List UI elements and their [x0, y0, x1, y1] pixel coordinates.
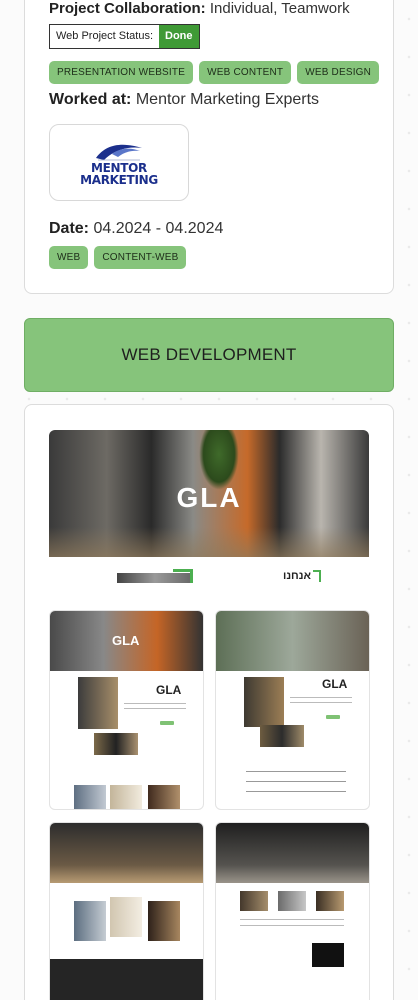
- worked-label: Worked at:: [49, 91, 132, 108]
- thumb-photo: [74, 785, 106, 809]
- hero-logo: GLA: [176, 482, 242, 513]
- date-label: Date:: [49, 220, 90, 237]
- collab-label: Project Collaboration:: [49, 0, 206, 17]
- thumb-photo: [94, 733, 138, 755]
- section-header-web-development[interactable]: WEB DEVELOPMENT: [24, 318, 394, 392]
- thumb-photo: [78, 677, 118, 729]
- gallery-thumb-4[interactable]: [215, 822, 370, 1000]
- logo-row: [246, 771, 346, 772]
- thumb-photo: [148, 901, 180, 941]
- thumb-photo: [148, 785, 180, 809]
- thumb-photo: [110, 897, 142, 937]
- text-line: [290, 702, 352, 703]
- tag-content-web[interactable]: CONTENT-WEB: [94, 246, 187, 269]
- gallery-thumb-1[interactable]: GLA GLA: [49, 610, 204, 810]
- logo-row: [246, 781, 346, 782]
- text-line: [240, 919, 344, 920]
- text-line: [290, 697, 352, 698]
- gallery-thumb-2[interactable]: GLA: [215, 610, 370, 810]
- primary-tags: PRESENTATION WEBSITE WEB CONTENT WEB DES…: [49, 61, 380, 84]
- text-line: [124, 703, 186, 704]
- hero-screenshot[interactable]: GLA: [49, 430, 369, 557]
- project-collaboration: Project Collaboration: Individual, Teamw…: [49, 0, 350, 17]
- text-line: [240, 925, 344, 926]
- logo-text-line2: MARKETING: [80, 172, 158, 187]
- hero-strip: אנחנו: [49, 557, 369, 597]
- worked-value: Mentor Marketing Experts: [135, 91, 320, 108]
- thumb-photo: [312, 943, 344, 967]
- tag-web[interactable]: WEB: [49, 246, 89, 269]
- status-label: Web Project Status:: [50, 25, 160, 48]
- floor-decoration: [49, 527, 369, 557]
- tag-presentation-website[interactable]: PRESENTATION WEBSITE: [49, 61, 194, 84]
- thumb-photo: [240, 891, 268, 911]
- thumb-photo: [316, 891, 344, 911]
- tag-web-design[interactable]: WEB DESIGN: [297, 61, 380, 84]
- secondary-tags: WEB CONTENT-WEB: [49, 246, 187, 269]
- thumb-header-image: [50, 823, 203, 883]
- tag-web-content[interactable]: WEB CONTENT: [199, 61, 292, 84]
- thumb-photo: [244, 677, 284, 727]
- collab-value: Individual, Teamwork: [209, 0, 350, 17]
- thumb-header-image: [216, 611, 369, 671]
- status-value: Done: [159, 25, 199, 48]
- logo-text-line1: MENTOR: [90, 160, 147, 175]
- thumb-logo-dark: GLA: [322, 677, 348, 691]
- strip-accent-icon: [173, 569, 193, 583]
- gallery-thumb-3[interactable]: [49, 822, 204, 1000]
- logo-row: [246, 791, 346, 792]
- date-value: 04.2024 - 04.2024: [93, 220, 224, 237]
- status-badge: Web Project Status: Done: [49, 24, 200, 49]
- strip-heading: אנחנו: [283, 570, 312, 582]
- thumb-photo: [110, 785, 142, 809]
- thumb-logo-dark: GLA: [156, 683, 182, 697]
- company-logo: MENTOR MARKETING: [49, 124, 189, 201]
- text-line: [124, 708, 186, 709]
- thumb-photo: [260, 725, 304, 747]
- thumb-button: [160, 721, 174, 725]
- thumb-photo: [278, 891, 306, 911]
- thumb-header-image: [216, 823, 369, 883]
- thumb-footer: [50, 959, 203, 1000]
- thumb-photo: [74, 901, 106, 941]
- project-date: Date: 04.2024 - 04.2024: [49, 220, 223, 238]
- logo-swoosh-icon: [92, 140, 146, 162]
- thumb-logo: GLA: [112, 633, 140, 648]
- plant-decoration: [199, 430, 239, 490]
- section-title: WEB DEVELOPMENT: [121, 345, 297, 364]
- worked-at: Worked at: Mentor Marketing Experts: [49, 91, 319, 109]
- strip-mark-icon: [313, 570, 321, 582]
- thumb-button: [326, 715, 340, 719]
